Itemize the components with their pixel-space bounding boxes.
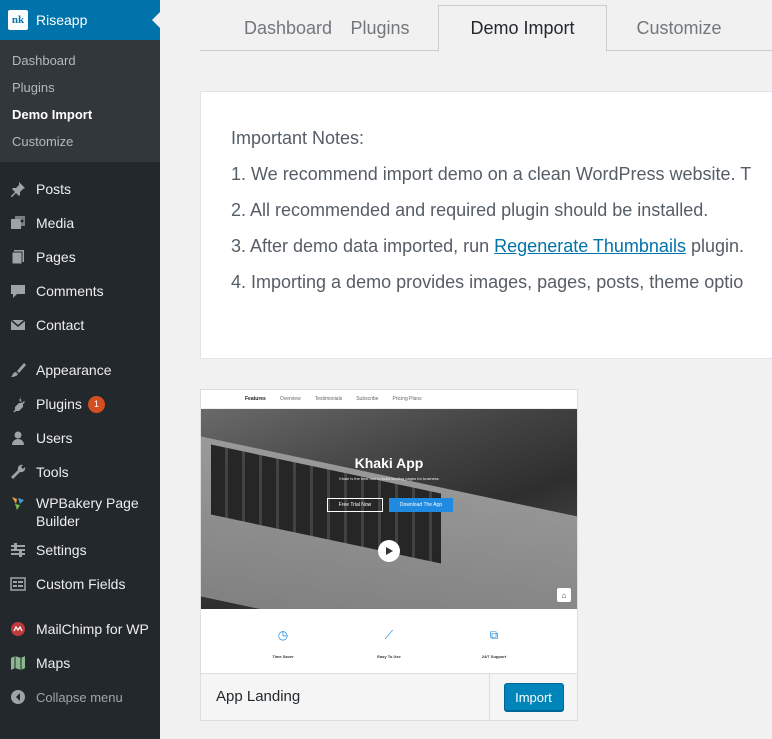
paintbrush-icon <box>9 361 27 379</box>
important-notes-panel: Important Notes: 1. We recommend import … <box>200 91 772 359</box>
tab-customize[interactable]: Customize <box>618 5 740 51</box>
plugins-update-count: 1 <box>87 395 105 413</box>
chat-icon: ⧉ <box>489 628 499 642</box>
note-item-3: 3. After demo data imported, run Regener… <box>231 236 744 256</box>
menu-item-contact[interactable]: Contact <box>0 308 160 342</box>
demo-actions: Import <box>489 674 577 720</box>
wpbakery-icon <box>9 494 27 512</box>
preview-download-button: Download The App <box>389 498 453 512</box>
admin-menu: Posts Media Pages Comments Contact Appea… <box>0 162 160 714</box>
menu-item-tools[interactable]: Tools <box>0 455 160 489</box>
submenu-plugins[interactable]: Plugins <box>0 74 160 101</box>
tab-plugins[interactable]: Plugins <box>340 5 420 51</box>
preview-feature-2: ⟋ Easy To Use <box>377 628 401 659</box>
note-item-4: 4. Importing a demo provides images, pag… <box>231 272 744 292</box>
menu-item-users[interactable]: Users <box>0 421 160 455</box>
clock-icon: ◷ <box>277 628 289 642</box>
preview-free-button: Free Trial Now <box>327 498 383 512</box>
preview-subtitle: Khaki is the best tool to build landing … <box>339 476 439 481</box>
preview-nav: Features Overview Testimonials Subscribe… <box>201 390 577 409</box>
menu-item-appearance[interactable]: Appearance <box>0 353 160 387</box>
pushpin-icon <box>9 180 27 198</box>
import-button[interactable]: Import <box>503 683 564 711</box>
preview-feature-1: ◷ Time Saver <box>272 628 294 659</box>
menu-item-wpbakery[interactable]: WPBakery Page Builder <box>0 489 160 533</box>
pages-icon <box>9 248 27 266</box>
demo-card: Features Overview Testimonials Subscribe… <box>200 389 578 721</box>
menu-item-custom-fields[interactable]: Custom Fields <box>0 567 160 601</box>
demo-name: App Landing <box>216 688 301 705</box>
tab-bar: Dashboard Plugins Demo Import Customize <box>200 0 772 52</box>
preview-title: Khaki App <box>354 455 424 471</box>
note-item-1: 1. We recommend import demo on a clean W… <box>231 164 752 184</box>
regenerate-thumbnails-link[interactable]: Regenerate Thumbnails <box>494 236 686 256</box>
menu-item-maps[interactable]: Maps <box>0 646 160 680</box>
mailchimp-icon <box>9 620 27 638</box>
menu-item-comments[interactable]: Comments <box>0 274 160 308</box>
play-icon <box>378 540 400 562</box>
collapse-arrow-icon <box>9 688 27 706</box>
menu-item-settings[interactable]: Settings <box>0 533 160 567</box>
brand-logo: nk <box>8 10 28 30</box>
submenu-demo-import[interactable]: Demo Import <box>0 101 160 128</box>
comment-icon <box>9 282 27 300</box>
home-icon: ⌂ <box>557 588 571 602</box>
map-icon <box>9 654 27 672</box>
media-icon <box>9 214 27 232</box>
preview-hero: Khaki App Khaki is the best tool to buil… <box>201 409 577 609</box>
user-icon <box>9 429 27 447</box>
demo-screenshot[interactable]: Features Overview Testimonials Subscribe… <box>201 390 577 673</box>
note-item-2: 2. All recommended and required plugin s… <box>231 200 709 220</box>
magic-wand-icon: ⟋ <box>384 628 394 642</box>
sidebar-brand[interactable]: nk Riseapp <box>0 0 160 40</box>
menu-item-mailchimp[interactable]: MailChimp for WP <box>0 612 160 646</box>
envelope-icon <box>9 316 27 334</box>
menu-item-posts[interactable]: Posts <box>0 172 160 206</box>
plugin-icon <box>9 395 27 413</box>
preview-feature-3: ⧉ 24/7 Support <box>481 628 507 659</box>
brand-name: Riseapp <box>36 12 88 28</box>
collapse-menu-button[interactable]: Collapse menu <box>0 680 160 714</box>
menu-item-media[interactable]: Media <box>0 206 160 240</box>
demo-card-footer: App Landing Import <box>201 673 577 720</box>
admin-sidebar: nk Riseapp Dashboard Plugins Demo Import… <box>0 0 160 739</box>
settings-sliders-icon <box>9 541 27 559</box>
notes-title: Important Notes: <box>231 128 365 148</box>
wrench-icon <box>9 463 27 481</box>
submenu-customize[interactable]: Customize <box>0 128 160 155</box>
submenu-dashboard[interactable]: Dashboard <box>0 47 160 74</box>
menu-item-pages[interactable]: Pages <box>0 240 160 274</box>
menu-item-plugins[interactable]: Plugins 1 <box>0 387 160 421</box>
custom-fields-icon <box>9 575 27 593</box>
brand-submenu: Dashboard Plugins Demo Import Customize <box>0 40 160 162</box>
tab-demo-import[interactable]: Demo Import <box>438 5 607 52</box>
